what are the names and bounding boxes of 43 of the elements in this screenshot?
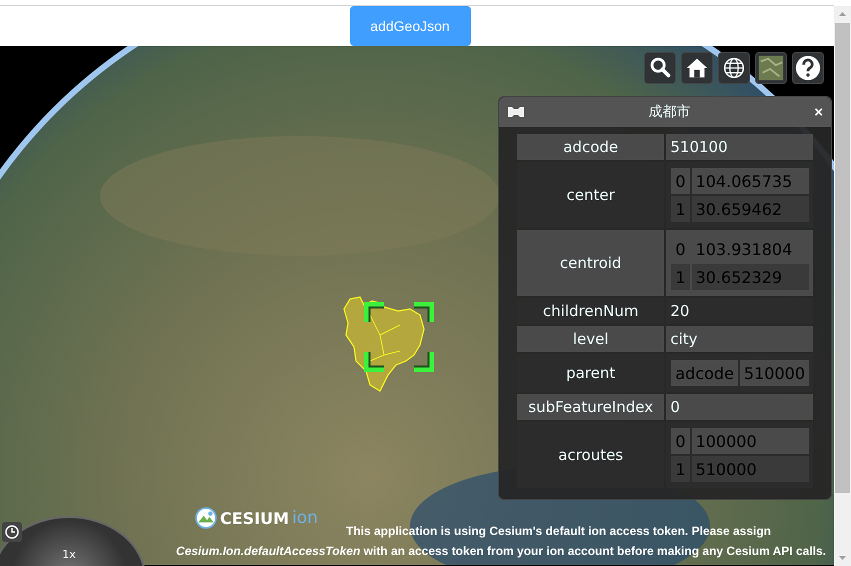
globe-button[interactable] bbox=[718, 52, 750, 84]
property-name: centroid bbox=[517, 230, 664, 296]
property-name: parent bbox=[517, 354, 664, 392]
help-button[interactable] bbox=[792, 52, 824, 84]
cesium-logo[interactable]: CESIUM bbox=[220, 508, 290, 528]
property-name: subFeatureIndex bbox=[517, 394, 664, 420]
terrain-image-icon bbox=[757, 54, 785, 82]
clock-icon[interactable] bbox=[2, 522, 22, 542]
speed-label: 1x bbox=[62, 548, 76, 562]
item-key: 0 bbox=[671, 168, 690, 194]
item-value: 510000 bbox=[692, 456, 809, 482]
scrollbar[interactable] bbox=[834, 6, 851, 566]
credit-text: This application is using Cesium's default ion access token. Please assign bbox=[346, 523, 771, 540]
selection-indicator bbox=[364, 302, 434, 372]
property-value: 510100 bbox=[666, 134, 813, 160]
item-key: 1 bbox=[671, 196, 690, 222]
item-key: 0 bbox=[671, 428, 690, 454]
property-name: adcode bbox=[517, 134, 664, 160]
help-icon bbox=[794, 54, 822, 82]
item-value: 30.659462 bbox=[692, 196, 809, 222]
property-value: 0 bbox=[666, 394, 813, 420]
property-name: acroutes bbox=[517, 422, 664, 488]
item-value: 104.065735 bbox=[692, 168, 809, 194]
item-value: 510000 bbox=[740, 360, 809, 386]
home-button[interactable] bbox=[681, 52, 713, 84]
credit-text: Cesium.Ion.defaultAccessToken with an access token from your ion account before making any Cesium API calls. bbox=[176, 543, 826, 560]
property-name: level bbox=[517, 326, 664, 352]
search-button[interactable] bbox=[644, 52, 676, 84]
item-value: 100000 bbox=[692, 428, 809, 454]
add-geojson-button[interactable]: addGeoJson bbox=[350, 6, 470, 46]
property-value: 20 bbox=[666, 298, 813, 324]
item-key: adcode bbox=[671, 360, 738, 386]
item-key: 1 bbox=[671, 264, 690, 290]
terrain-image-button[interactable] bbox=[755, 52, 787, 84]
info-box-title: 成都市 bbox=[648, 103, 692, 121]
item-key: 1 bbox=[671, 456, 690, 482]
property-value: city bbox=[666, 326, 813, 352]
scrollbar-thumb[interactable] bbox=[835, 23, 850, 493]
property-name: childrenNum bbox=[517, 298, 664, 324]
property-name: center bbox=[517, 162, 664, 228]
item-value: 30.652329 bbox=[692, 264, 809, 290]
cesium-logo-icon bbox=[195, 507, 217, 529]
close-button[interactable]: × bbox=[814, 104, 823, 120]
